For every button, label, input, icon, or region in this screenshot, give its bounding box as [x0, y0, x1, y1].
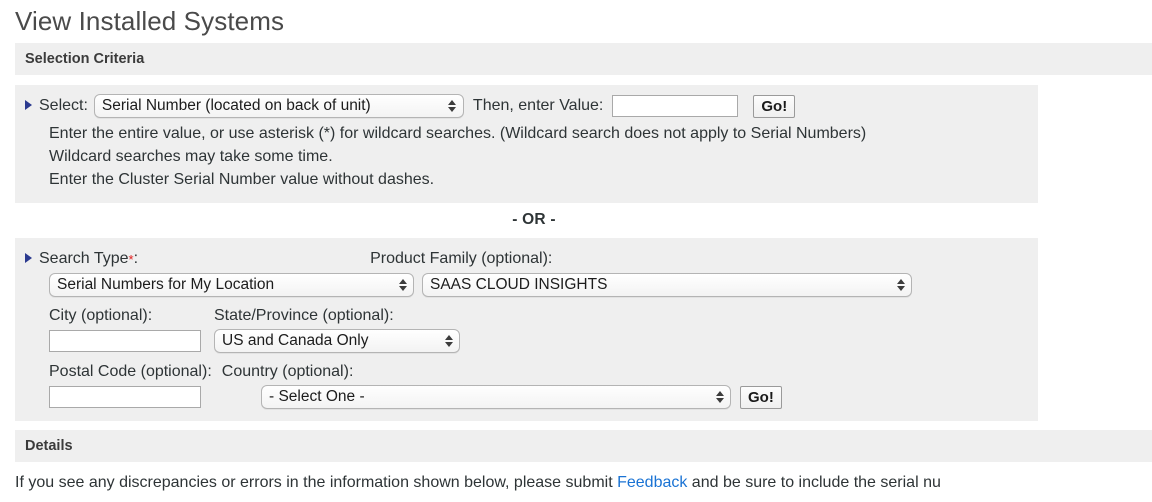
- chevron-updown-icon: [448, 98, 457, 114]
- triangle-bullet-icon: [25, 253, 32, 263]
- search-type-label-text: Search Type: [39, 250, 129, 267]
- search-type-value: Serial Numbers for My Location: [57, 274, 391, 296]
- feedback-link[interactable]: Feedback: [617, 474, 687, 491]
- location-search-go-button[interactable]: Go!: [740, 386, 782, 409]
- details-header-label: Details: [25, 438, 73, 454]
- city-input[interactable]: [49, 330, 201, 352]
- location-search-panel: Search Type*: Product Family (optional):…: [15, 238, 1038, 421]
- chevron-updown-icon: [398, 277, 407, 293]
- serial-search-row: Select: Serial Number (located on back o…: [25, 94, 1028, 118]
- search-type-select[interactable]: Serial Numbers for My Location: [49, 273, 414, 297]
- city-state-fields-row: US and Canada Only: [25, 329, 1028, 353]
- postal-country-fields-row: - Select One - Go!: [25, 385, 1028, 409]
- city-state-labels-row: City (optional): State/Province (optiona…: [25, 305, 1028, 327]
- postal-country-labels-row: Postal Code (optional): Country (optiona…: [25, 361, 1028, 383]
- search-type-label-colon: :: [134, 250, 138, 267]
- view-installed-systems-page: View Installed Systems Selection Criteri…: [0, 0, 1152, 502]
- selection-criteria-header: Selection Criteria: [15, 43, 1152, 75]
- chevron-updown-icon: [715, 389, 724, 405]
- country-label: Country (optional):: [222, 361, 354, 383]
- product-family-select[interactable]: SAAS CLOUD INSIGHTS: [422, 273, 912, 297]
- state-province-select[interactable]: US and Canada Only: [214, 329, 460, 353]
- or-divider: - OR -: [15, 203, 1053, 238]
- spacer: [0, 75, 1152, 85]
- triangle-bullet-icon: [25, 100, 32, 110]
- search-type-label: Search Type*:: [39, 248, 138, 270]
- help-line-3: Enter the Cluster Serial Number value wi…: [25, 168, 1028, 191]
- details-body: If you see any discrepancies or errors i…: [15, 462, 1152, 494]
- location-search-selects-row: Serial Numbers for My Location SAAS CLOU…: [25, 273, 1028, 297]
- selection-criteria-header-label: Selection Criteria: [25, 51, 144, 67]
- state-label: State/Province (optional):: [214, 305, 394, 327]
- state-province-value: US and Canada Only: [222, 330, 437, 352]
- details-header: Details: [15, 430, 1152, 462]
- search-value-input[interactable]: [612, 95, 738, 117]
- required-asterisk: *: [129, 252, 134, 267]
- postal-code-label: Postal Code (optional):: [49, 361, 212, 383]
- details-text-before-link: If you see any discrepancies or errors i…: [15, 474, 617, 491]
- help-line-2: Wildcard searches may take some time.: [25, 145, 1028, 168]
- location-search-labels-row: Search Type*: Product Family (optional):: [25, 248, 1028, 270]
- or-divider-label: - OR -: [512, 211, 555, 228]
- product-family-label: Product Family (optional):: [370, 248, 552, 270]
- help-line-1: Enter the entire value, or use asterisk …: [25, 122, 1028, 145]
- page-title: View Installed Systems: [0, 0, 1152, 43]
- search-field-type-select[interactable]: Serial Number (located on back of unit): [94, 94, 464, 118]
- country-value: - Select One -: [269, 386, 708, 408]
- spacer: [0, 421, 1152, 430]
- chevron-updown-icon: [444, 333, 453, 349]
- serial-search-panel: Select: Serial Number (located on back o…: [15, 85, 1038, 203]
- search-field-type-value: Serial Number (located on back of unit): [102, 95, 441, 117]
- product-family-value: SAAS CLOUD INSIGHTS: [430, 274, 889, 296]
- details-text-after-link: and be sure to include the serial nu: [687, 474, 941, 491]
- chevron-updown-icon: [896, 277, 905, 293]
- select-label: Select:: [39, 95, 88, 117]
- then-enter-value-label: Then, enter Value:: [473, 95, 603, 117]
- serial-search-go-button[interactable]: Go!: [753, 95, 795, 118]
- city-label: City (optional):: [49, 305, 214, 327]
- country-select[interactable]: - Select One -: [261, 385, 731, 409]
- postal-code-input[interactable]: [49, 386, 201, 408]
